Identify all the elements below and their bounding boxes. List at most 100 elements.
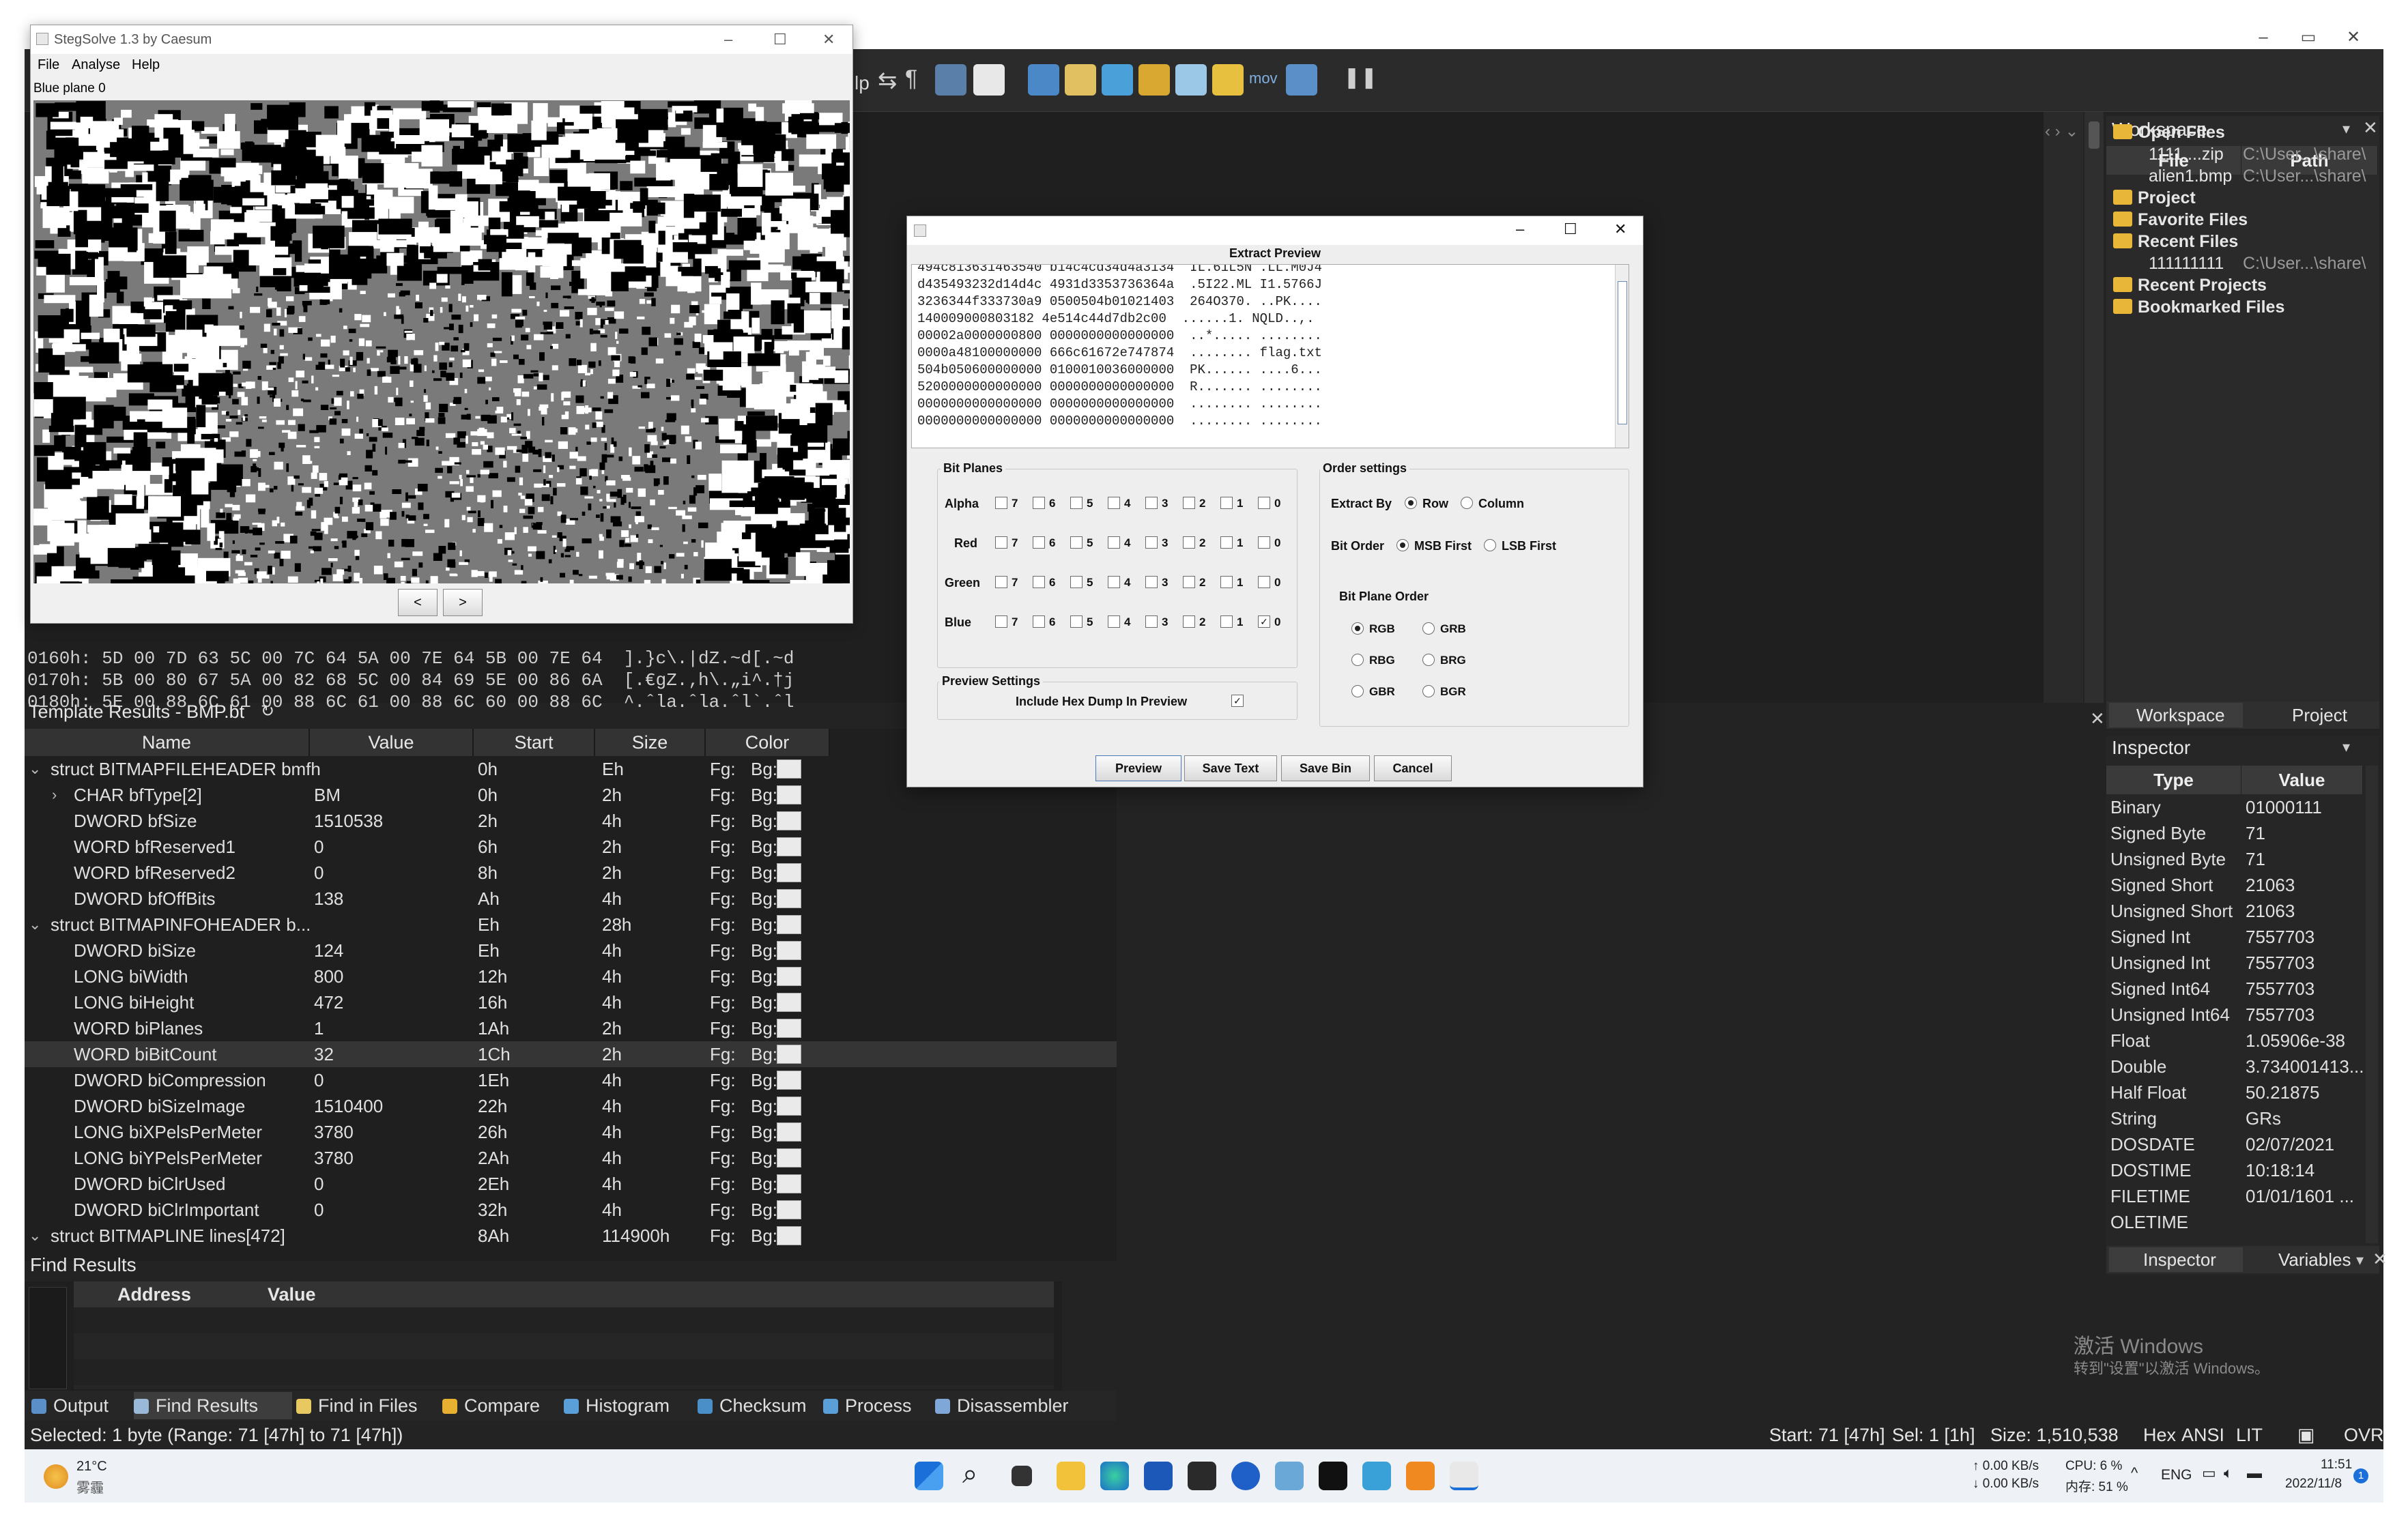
- color-swatch[interactable]: [777, 1122, 801, 1142]
- maximize-button[interactable]: ☐: [773, 25, 787, 54]
- template-row[interactable]: DWORD biClrUsed 0 2Eh 4h Fg: Bg:: [25, 1171, 1117, 1197]
- bit-checkbox[interactable]: [1033, 536, 1045, 549]
- color-swatch[interactable]: [777, 785, 801, 804]
- bit-checkbox[interactable]: [1108, 576, 1120, 588]
- color-swatch[interactable]: [777, 941, 801, 960]
- bit-checkbox[interactable]: [1183, 615, 1195, 628]
- minimize-button[interactable]: –: [724, 25, 732, 54]
- notepad-icon[interactable]: [1362, 1462, 1391, 1490]
- template-row[interactable]: WORD bfReserved2 0 8h 2h Fg: Bg:: [25, 860, 1117, 886]
- bit-checkbox[interactable]: [1220, 576, 1233, 588]
- template-row[interactable]: ⌄ struct BITMAPINFOHEADER b... Eh 28h Fg: Bg:: [25, 912, 1117, 938]
- plane-order-radio[interactable]: [1422, 654, 1435, 666]
- color-swatch[interactable]: [777, 1148, 801, 1167]
- bit-checkbox[interactable]: [1183, 536, 1195, 549]
- plane-order-radio[interactable]: [1422, 622, 1435, 635]
- file-explorer-icon[interactable]: [1057, 1462, 1085, 1490]
- bit-checkbox[interactable]: [1070, 497, 1083, 509]
- bit-checkbox[interactable]: [1108, 615, 1120, 628]
- color-swatch[interactable]: [777, 1019, 801, 1038]
- bit-checkbox[interactable]: [995, 497, 1007, 509]
- chevron-up-icon[interactable]: ^: [2131, 1464, 2138, 1482]
- bit-checkbox[interactable]: [1070, 536, 1083, 549]
- chart-icon[interactable]: [1138, 64, 1170, 96]
- pilcrow-icon[interactable]: ¶: [905, 66, 917, 92]
- include-hex-checkbox[interactable]: ✓: [1231, 695, 1244, 707]
- tab-compare[interactable]: Compare: [442, 1392, 558, 1419]
- prev-plane-button[interactable]: <: [398, 589, 438, 616]
- close-icon[interactable]: ✕: [2090, 708, 2105, 729]
- inspector-row[interactable]: Unsigned Short 21063: [2106, 898, 2366, 924]
- highlight-icon[interactable]: [973, 64, 1005, 96]
- tab-output[interactable]: Output: [31, 1392, 134, 1419]
- minimize-button[interactable]: –: [1516, 220, 1524, 238]
- menu-help[interactable]: Help: [132, 54, 160, 76]
- binary-icon[interactable]: [1286, 64, 1317, 96]
- bit-checkbox[interactable]: [1033, 615, 1045, 628]
- inspector-row[interactable]: Unsigned Int64 7557703: [2106, 1002, 2366, 1028]
- col-value[interactable]: Value: [310, 729, 474, 756]
- columns-icon[interactable]: [935, 64, 966, 96]
- extract-preview-text[interactable]: 494c813631463540 b14c4cd34d4a3134 IL.61L…: [911, 264, 1629, 448]
- inspector-row[interactable]: DOSDATE 02/07/2021: [2106, 1131, 2366, 1157]
- save-bin-button[interactable]: Save Bin: [1281, 755, 1370, 781]
- workspace-item[interactable]: 111111111 C:\User...\share\: [2149, 252, 2366, 274]
- plane-order-radio[interactable]: [1351, 622, 1364, 635]
- clock-date[interactable]: 2022/11/8: [2285, 1477, 2342, 1492]
- template-row[interactable]: LONG biHeight 472 16h 4h Fg: Bg:: [25, 989, 1117, 1015]
- template-row[interactable]: LONG biXPelsPerMeter 3780 26h 4h Fg: Bg:: [25, 1119, 1117, 1145]
- col-size[interactable]: Size: [595, 729, 706, 756]
- inspector-row[interactable]: Float 1.05906e-38: [2106, 1028, 2366, 1054]
- template-row[interactable]: WORD bfReserved1 0 6h 2h Fg: Bg:: [25, 834, 1117, 860]
- template-icon[interactable]: [1065, 64, 1096, 96]
- template-row[interactable]: WORD biPlanes 1 1Ah 2h Fg: Bg:: [25, 1015, 1117, 1041]
- workspace-item[interactable]: Recent Projects: [2113, 274, 2267, 296]
- msb-first-radio[interactable]: [1396, 539, 1409, 551]
- close-button[interactable]: ✕: [1614, 220, 1626, 238]
- tab-histogram[interactable]: Histogram: [564, 1392, 695, 1419]
- bit-checkbox[interactable]: ✓: [1258, 615, 1270, 628]
- col-start[interactable]: Start: [474, 729, 595, 756]
- battery-icon[interactable]: ▬: [2247, 1464, 2262, 1482]
- bit-checkbox[interactable]: [995, 576, 1007, 588]
- dropdown-icon[interactable]: ▾: [2356, 1251, 2364, 1269]
- inspector-row[interactable]: Binary 01000111: [2106, 794, 2366, 820]
- tab-find-results[interactable]: Find Results: [134, 1392, 292, 1419]
- template-row[interactable]: DWORD biClrImportant 0 32h 4h Fg: Bg:: [25, 1197, 1117, 1223]
- start-icon[interactable]: [915, 1462, 943, 1490]
- burp-icon[interactable]: [1319, 1462, 1347, 1490]
- tab-inspector[interactable]: Inspector: [2109, 1247, 2243, 1272]
- dropdown-icon[interactable]: ▾: [2342, 120, 2350, 138]
- nav-arrows-icon[interactable]: ‹ › ⌄: [2045, 121, 2078, 141]
- status-icon[interactable]: ▣: [2297, 1421, 2315, 1449]
- bit-checkbox[interactable]: [995, 615, 1007, 628]
- inspector-col-value[interactable]: Value: [2241, 766, 2363, 794]
- template-row[interactable]: DWORD biCompression 0 1Eh 4h Fg: Bg:: [25, 1067, 1117, 1093]
- bit-checkbox[interactable]: [1220, 615, 1233, 628]
- bit-checkbox[interactable]: [1070, 576, 1083, 588]
- color-swatch[interactable]: [777, 759, 801, 779]
- find-col-value[interactable]: Value: [235, 1281, 1054, 1307]
- inspector-row[interactable]: Unsigned Int 7557703: [2106, 950, 2366, 976]
- color-swatch[interactable]: [777, 889, 801, 908]
- bit-checkbox[interactable]: [1070, 615, 1083, 628]
- store-icon[interactable]: [1144, 1462, 1173, 1490]
- color-swatch[interactable]: [777, 837, 801, 856]
- plane-order-radio[interactable]: [1422, 685, 1435, 697]
- bit-checkbox[interactable]: [995, 536, 1007, 549]
- weather-icon[interactable]: [44, 1464, 68, 1489]
- inspector-row[interactable]: String GRs: [2106, 1105, 2366, 1131]
- status-hex[interactable]: Hex: [2143, 1421, 2176, 1449]
- bit-checkbox[interactable]: [1220, 536, 1233, 549]
- close-icon[interactable]: ✕: [2373, 1249, 2388, 1270]
- clock-time[interactable]: 11:51: [2321, 1457, 2352, 1473]
- network-icon[interactable]: ▭: [2202, 1464, 2216, 1482]
- tab-project[interactable]: Project: [2248, 703, 2371, 727]
- calculator-icon[interactable]: [1028, 64, 1059, 96]
- disassembler-icon[interactable]: mov: [1249, 70, 1278, 87]
- pause-icon[interactable]: ❚❚: [1343, 66, 1377, 89]
- color-swatch[interactable]: [777, 1200, 801, 1219]
- menu-file[interactable]: File: [38, 54, 59, 76]
- inspector-row[interactable]: FILETIME 01/01/1601 ...: [2106, 1183, 2366, 1209]
- workspace-item[interactable]: Open Files: [2113, 121, 2225, 143]
